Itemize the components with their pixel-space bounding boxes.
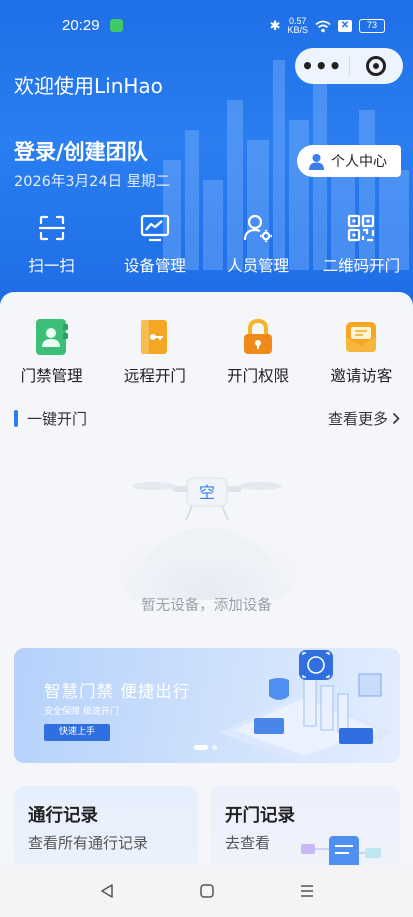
- staff-management-label: 人员管理: [227, 257, 290, 275]
- battery-icon: 73: [359, 19, 385, 33]
- door-permission[interactable]: 开门权限: [207, 318, 310, 386]
- qrcode-open-button[interactable]: 二维码开门: [310, 212, 413, 276]
- svg-text:空: 空: [199, 483, 215, 502]
- miniprogram-capsule[interactable]: •••: [295, 48, 403, 84]
- banner-subtitle: 安全保障 极速开门: [44, 707, 119, 717]
- view-more-label: 查看更多: [327, 409, 388, 428]
- qrcode-icon: [348, 214, 375, 242]
- top-actions: 扫一扫 设备管理 人员管理 二维码开门: [0, 212, 413, 276]
- access-records-subtitle: 查看所有通行记录: [28, 834, 149, 852]
- staff-management-button[interactable]: 人员管理: [207, 212, 310, 276]
- access-book-icon: [35, 319, 68, 355]
- menu-icon[interactable]: [296, 880, 318, 902]
- envelope-icon: [346, 322, 377, 352]
- quick-start-button[interactable]: 快速上手: [44, 724, 110, 741]
- scan-icon: [38, 215, 65, 241]
- scan-button[interactable]: 扫一扫: [0, 212, 103, 276]
- status-time: 20:29: [62, 17, 100, 34]
- lock-icon: [244, 318, 273, 354]
- welcome-title: 欢迎使用LinHao: [14, 74, 163, 98]
- quick-actions: 门禁管理 远程开门 开门权限 邀请访客: [0, 318, 413, 386]
- personal-center-button[interactable]: 个人中心: [297, 145, 401, 177]
- smart-access-illustration: [219, 650, 394, 763]
- invite-visitor-label: 邀请访客: [330, 367, 393, 385]
- header: 20:29 ✱ 0.57 KB/S ✕ 73 ••• 欢迎使用LinHao 登录…: [0, 0, 413, 320]
- door-permission-label: 开门权限: [227, 367, 290, 385]
- page-dot[interactable]: [212, 745, 217, 750]
- main-card: 门禁管理 远程开门 开门权限 邀请访客 一键开门 查看更多 空 暂无设备，添加设…: [0, 292, 413, 917]
- remote-open-label: 远程开门: [123, 367, 186, 385]
- current-date: 2026年3月24日 星期二: [14, 174, 171, 190]
- banner-title: 智慧门禁 便捷出行: [44, 682, 191, 701]
- device-management-label: 设备管理: [123, 257, 186, 275]
- personal-center-label: 个人中心: [331, 154, 387, 170]
- section-title: 一键开门: [27, 409, 88, 428]
- status-indicators: ✱ 0.57 KB/S ✕ 73: [270, 17, 385, 35]
- access-records-title: 通行记录: [28, 806, 98, 826]
- login-create-team[interactable]: 登录/创建团队: [14, 136, 148, 166]
- access-control-label: 门禁管理: [20, 367, 83, 385]
- empty-state-text[interactable]: 暂无设备，添加设备: [0, 594, 413, 615]
- network-speed-unit: KB/S: [287, 25, 308, 35]
- banner-pagination: [194, 745, 217, 750]
- promo-banner[interactable]: 智慧门禁 便捷出行 安全保障 极速开门 快速上手: [14, 648, 400, 763]
- user-icon: [309, 153, 324, 170]
- bluetooth-icon: ✱: [269, 18, 281, 33]
- close-target-icon[interactable]: [349, 56, 403, 76]
- remote-door-icon: [140, 320, 167, 354]
- more-dots-icon[interactable]: •••: [295, 56, 349, 76]
- one-key-open-header: 一键开门 查看更多: [14, 407, 400, 429]
- no-sim-icon: ✕: [338, 20, 352, 32]
- open-records-title: 开门记录: [225, 806, 295, 826]
- network-speed: 0.57 KB/S: [287, 17, 308, 35]
- view-more-link[interactable]: 查看更多: [328, 408, 400, 429]
- open-records-subtitle: 去查看: [225, 834, 271, 852]
- back-icon[interactable]: [96, 880, 118, 902]
- user-gear-icon: [244, 214, 273, 242]
- qrcode-open-label: 二维码开门: [322, 257, 401, 275]
- page-dot-active[interactable]: [194, 745, 208, 750]
- remote-open-door[interactable]: 远程开门: [103, 318, 206, 386]
- empty-drone-illustration: 空: [117, 477, 297, 600]
- invite-visitor[interactable]: 邀请访客: [310, 318, 413, 386]
- scan-label: 扫一扫: [28, 257, 75, 275]
- home-icon[interactable]: [196, 880, 218, 902]
- section-accent-bar: [14, 409, 18, 427]
- device-management-button[interactable]: 设备管理: [103, 212, 206, 276]
- status-bar: 20:29 ✱ 0.57 KB/S ✕ 73: [0, 0, 413, 52]
- system-nav-bar: [0, 865, 413, 917]
- chevron-right-icon: [392, 412, 400, 424]
- wifi-icon: [315, 20, 331, 32]
- app-notification-icon: [110, 19, 123, 32]
- device-monitor-icon: [140, 214, 169, 242]
- access-control-management[interactable]: 门禁管理: [0, 318, 103, 386]
